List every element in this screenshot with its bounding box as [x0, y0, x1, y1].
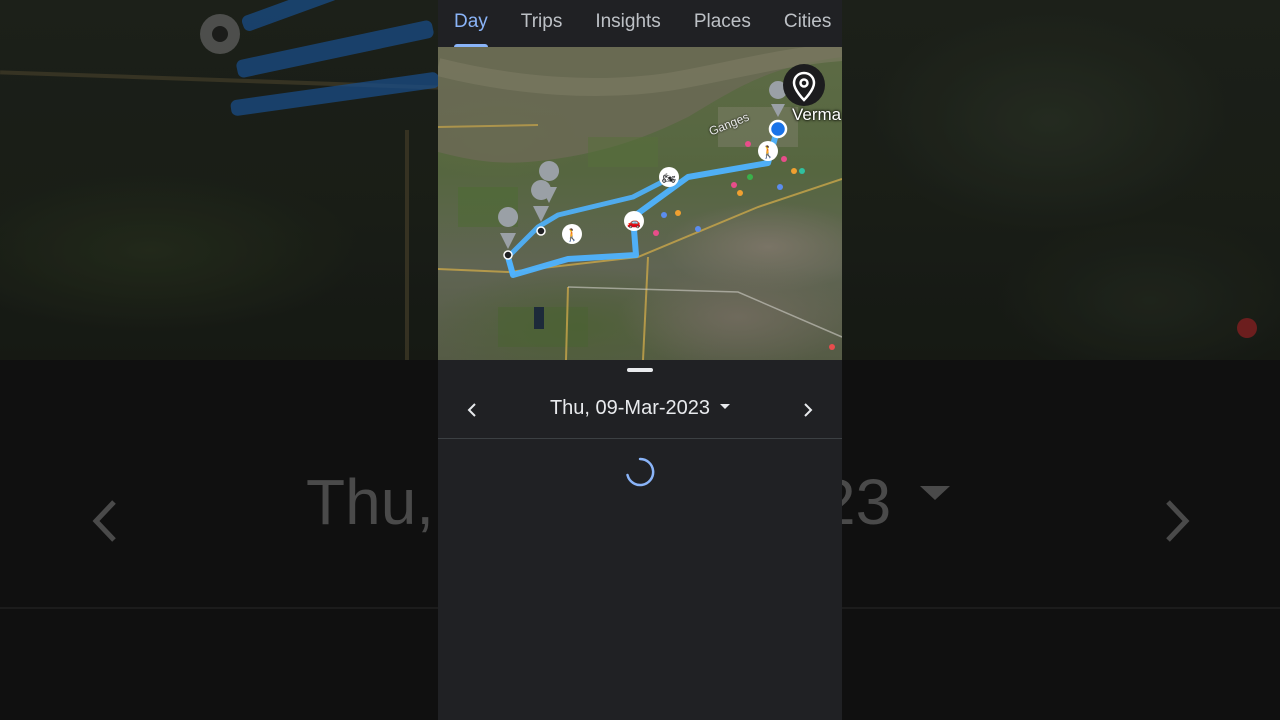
tab-cities[interactable]: Cities: [784, 0, 832, 47]
svg-text:🚶: 🚶: [761, 145, 776, 159]
date-navigator: Thu, 09-Mar-2023: [438, 384, 842, 439]
map-view[interactable]: 🚶 🏍 🚗 🚶 Verma Ganges: [438, 47, 842, 360]
map-place-label: Verma: [792, 105, 842, 124]
background-caret-icon: [920, 486, 950, 500]
tab-day[interactable]: Day: [454, 0, 488, 47]
tab-places[interactable]: Places: [694, 0, 751, 47]
tab-insights[interactable]: Insights: [595, 0, 660, 47]
background-chevron-right-icon: [1166, 500, 1190, 542]
map-canvas: 🚶 🏍 🚗 🚶: [438, 47, 842, 360]
loading-spinner-icon: [626, 457, 655, 487]
background-date-left: Thu,: [306, 466, 435, 538]
tab-trips[interactable]: Trips: [521, 0, 563, 47]
caret-down-icon: [720, 403, 731, 409]
video-frame: Thu, 23 Day Trips Insights Places Cities: [0, 0, 1280, 720]
background-pin-icon: [200, 14, 240, 54]
svg-text:🏍: 🏍: [662, 172, 676, 185]
date-label: Thu, 09-Mar-2023: [549, 396, 711, 419]
bottom-sheet: Thu, 09-Mar-2023: [438, 360, 842, 720]
background-chevron-left-icon: [92, 500, 116, 542]
chevron-right-icon[interactable]: [796, 398, 820, 422]
divider: [438, 438, 842, 439]
sheet-drag-handle[interactable]: [627, 368, 653, 372]
chevron-left-icon[interactable]: [460, 398, 484, 422]
svg-text:🚶: 🚶: [565, 228, 580, 242]
date-picker-button[interactable]: Thu, 09-Mar-2023: [534, 392, 746, 424]
timeline-app: Day Trips Insights Places Cities 🚶 🏍 🚗 🚶…: [438, 0, 842, 720]
tab-bar: Day Trips Insights Places Cities: [438, 0, 842, 47]
background-marker-icon: [1237, 318, 1257, 338]
svg-text:🚗: 🚗: [627, 216, 641, 229]
